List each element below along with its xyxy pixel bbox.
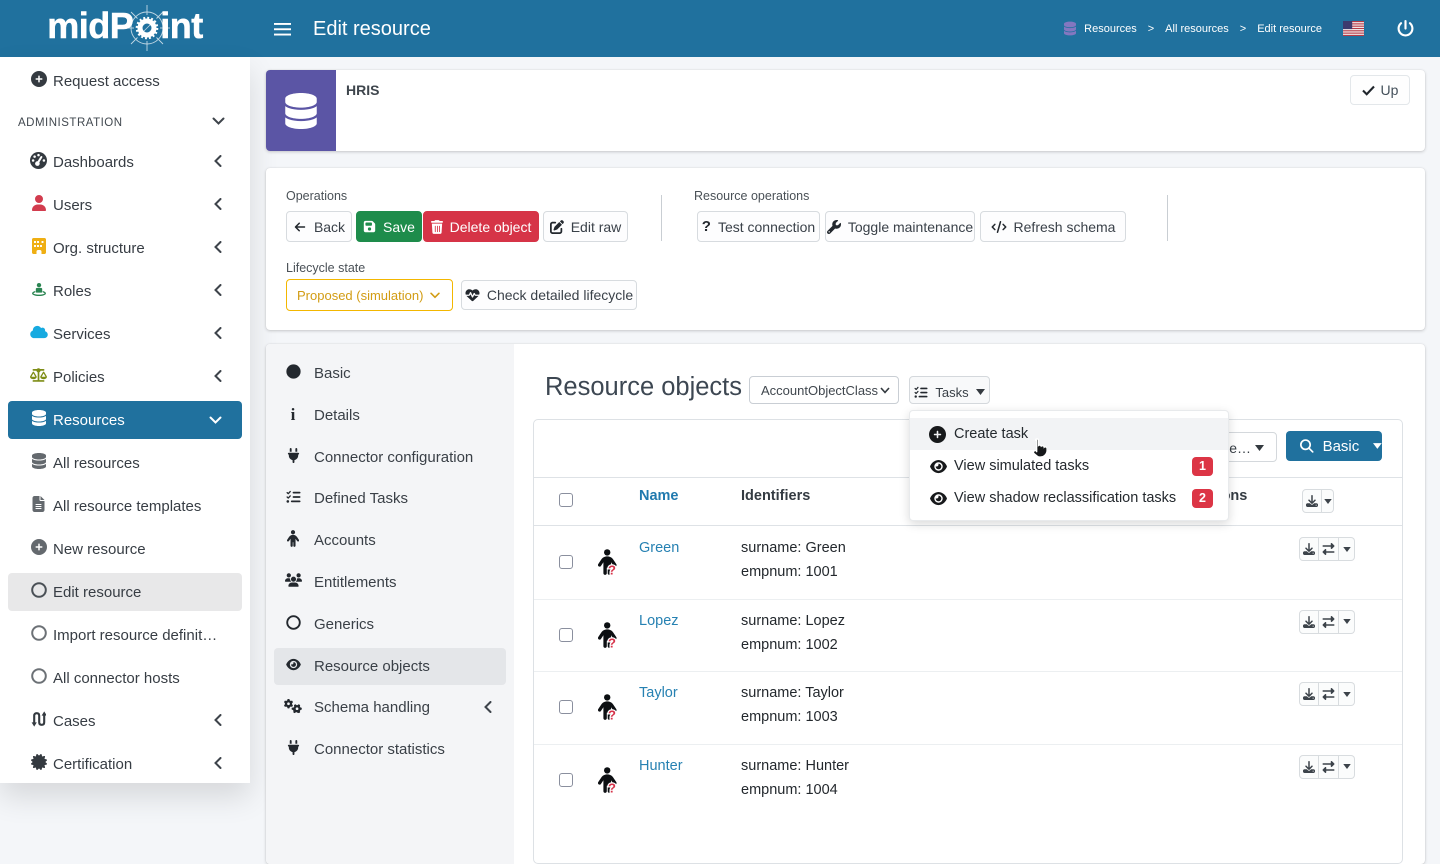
svg-text:?: ? xyxy=(608,563,616,577)
svg-text:?: ? xyxy=(608,635,616,649)
svg-text:?: ? xyxy=(608,708,616,722)
svg-text:?: ? xyxy=(608,780,616,794)
